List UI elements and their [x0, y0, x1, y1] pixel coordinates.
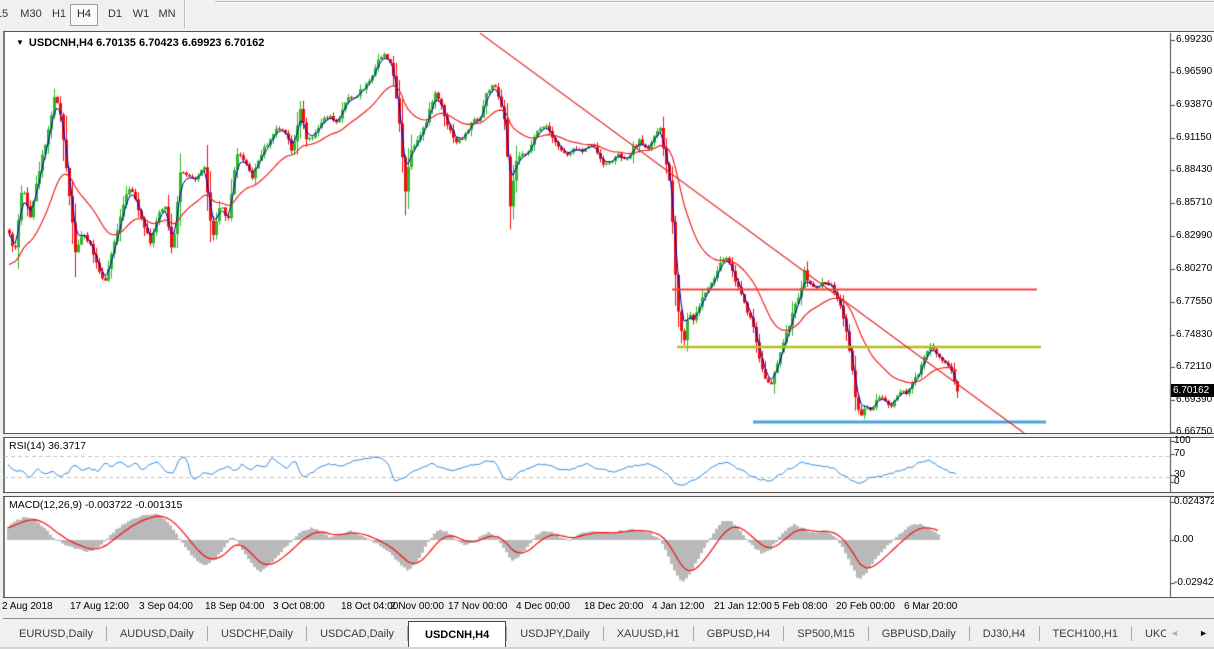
rsi-indicator-label: RSI(14) 36.3717: [9, 440, 87, 452]
rsi-scale-label: 0: [1174, 476, 1180, 487]
price-axis-label: 6.82990: [1176, 230, 1213, 241]
tab-scroll-right-icon[interactable]: ►: [1199, 628, 1208, 638]
toolbar-groove: [215, 1, 1214, 3]
time-axis-label: 17 Aug 12:00: [70, 601, 129, 612]
price-axis-label: 6.96590: [1176, 66, 1213, 77]
chart-title: ▼ USDCNH,H4 6.70135 6.70423 6.69923 6.701…: [16, 37, 264, 49]
main-rsi-divider[interactable]: [3, 433, 1214, 438]
window-bottom-border: [3, 618, 1214, 619]
timeframe-toolbar: 15 M30H1H4D1W1MN: [0, 0, 1214, 30]
symbol-tab-eurusd-daily[interactable]: EURUSD,Daily: [6, 620, 106, 647]
price-axis-label: 6.91150: [1176, 132, 1212, 143]
rsi-scale-label: 70: [1174, 448, 1186, 459]
macd-scale-label: -0.029423: [1174, 577, 1214, 588]
time-axis-label: 21 Jan 12:00: [714, 601, 772, 612]
price-axis-label: 6.77550: [1176, 296, 1213, 307]
time-axis-label: 2 Aug 2018: [2, 601, 53, 612]
price-axis-label: 6.88430: [1176, 164, 1213, 175]
rsi-scale-label: 100: [1174, 435, 1191, 446]
time-axis-label: 17 Nov 00:00: [448, 601, 508, 612]
time-axis-label: 4 Dec 00:00: [516, 601, 570, 612]
macd-indicator-label: MACD(12,26,9) -0.003722 -0.001315: [9, 499, 183, 511]
tab-scroll-buttons: ◄ ►: [1166, 620, 1212, 645]
symbol-tab-sp500-m15[interactable]: SP500,M15: [784, 620, 867, 647]
symbol-tab-usdjpy-daily[interactable]: USDJPY,Daily: [507, 620, 603, 647]
symbol-tab-tech100-h1[interactable]: TECH100,H1: [1040, 620, 1131, 647]
time-axis-label: 3 Sep 04:00: [139, 601, 193, 612]
symbol-tab-usdchf-daily[interactable]: USDCHF,Daily: [208, 620, 306, 647]
time-axis-label: 5 Feb 08:00: [774, 601, 828, 612]
timeframe-button-M30[interactable]: M30: [16, 4, 46, 24]
timeframe-button-W1[interactable]: W1: [128, 4, 154, 24]
price-axis-label: 6.74830: [1176, 329, 1213, 340]
timeframe-button-15[interactable]: 15: [0, 4, 9, 24]
time-axis-label: 18 Dec 20:00: [584, 601, 644, 612]
macd-scale-label: 0.00: [1174, 534, 1194, 545]
symbol-tab-xauusd-h1[interactable]: XAUUSD,H1: [604, 620, 693, 647]
time-axis-label: 20 Feb 00:00: [836, 601, 895, 612]
symbol-tab-usdcnh-h4[interactable]: USDCNH,H4: [408, 621, 507, 647]
time-axis-label: 6 Mar 20:00: [904, 601, 958, 612]
symbol-tab-gbpusd-h4[interactable]: GBPUSD,H4: [694, 620, 784, 647]
current-price-tag: 6.70162: [1171, 384, 1214, 397]
price-axis-label: 6.85710: [1176, 197, 1213, 208]
price-axis-label: 6.72110: [1176, 361, 1212, 372]
chart-title-text: USDCNH,H4 6.70135 6.70423 6.69923 6.7016…: [28, 37, 265, 49]
time-axis-label: 3 Oct 08:00: [273, 601, 325, 612]
timeframe-button-D1[interactable]: D1: [103, 4, 127, 24]
mt4-terminal: { "toolbar": { "timeframes": ["15", "M30…: [0, 0, 1214, 649]
symbol-tabs: EURUSD,Daily AUDUSD,Daily USDCHF,Daily USDC…: [6, 620, 1181, 647]
timeframe-button-H4[interactable]: H4: [70, 4, 98, 26]
toolbar-separator: [184, 0, 186, 28]
price-axis-label: 6.80270: [1176, 263, 1213, 274]
timeframe-button-MN[interactable]: MN: [153, 4, 181, 24]
symbol-tab-audusd-daily[interactable]: AUDUSD,Daily: [107, 620, 207, 647]
price-axis-label: 6.99230: [1176, 34, 1213, 45]
symbol-tab-bar: EURUSD,Daily AUDUSD,Daily USDCHF,Daily USDC…: [0, 620, 1214, 649]
tab-scroll-left-icon[interactable]: ◄: [1170, 628, 1179, 638]
time-axis-label: 2 Nov 00:00: [390, 601, 444, 612]
price-chart-canvas[interactable]: [0, 0, 1214, 647]
time-axis-label: 18 Sep 04:00: [205, 601, 265, 612]
symbol-tab-gbpusd-daily[interactable]: GBPUSD,Daily: [869, 620, 969, 647]
price-axis-label: 6.93870: [1176, 99, 1213, 110]
time-axis-label: 4 Jan 12:00: [652, 601, 705, 612]
macd-scale-label: 0.024372: [1174, 496, 1214, 507]
timeframe-button-H1[interactable]: H1: [47, 4, 71, 24]
chart-dropdown-icon[interactable]: ▼: [16, 38, 24, 47]
rsi-macd-divider[interactable]: [3, 492, 1214, 497]
symbol-tab-usdcad-daily[interactable]: USDCAD,Daily: [307, 620, 407, 647]
symbol-tab-dj30-h4[interactable]: DJ30,H4: [970, 620, 1039, 647]
